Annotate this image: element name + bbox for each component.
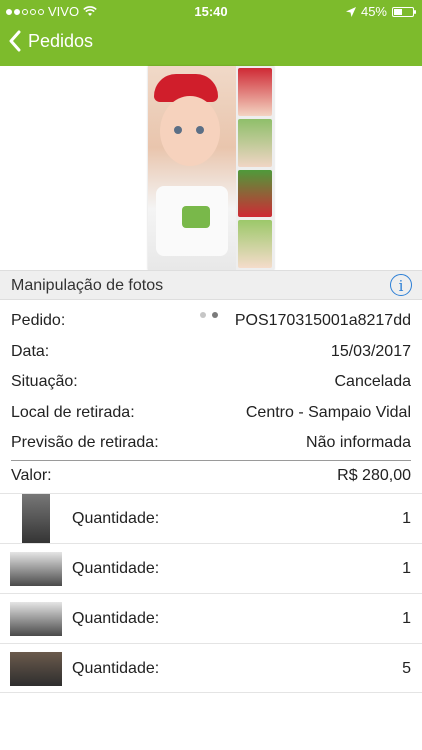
valor-row: Valor: R$ 280,00 <box>0 461 422 492</box>
quantity-label: Quantidade: <box>72 510 160 527</box>
section-title: Manipulação de fotos <box>11 277 164 294</box>
item-thumbnail <box>10 652 62 686</box>
detail-row: Previsão de retirada: Não informada <box>0 428 422 459</box>
detail-label: Previsão de retirada: <box>11 434 159 452</box>
detail-value: Cancelada <box>334 373 412 391</box>
detail-value: POS170315001a8217dd <box>234 312 411 329</box>
quantity-label: Quantidade: <box>72 560 160 577</box>
detail-label: Data: <box>11 342 50 360</box>
list-item[interactable]: Quantidade: 1 <box>0 493 422 544</box>
detail-row: Pedido: POS170315001a8217dd <box>0 306 422 337</box>
nav-bar: Pedidos <box>0 22 422 66</box>
info-icon[interactable]: i <box>390 274 412 296</box>
product-photo <box>148 66 274 270</box>
valor-value: R$ 280,00 <box>337 466 411 484</box>
detail-row: Local de retirada: Centro - Sampaio Vida… <box>0 398 422 429</box>
detail-label: Situação: <box>11 373 78 391</box>
product-gallery[interactable] <box>0 66 422 318</box>
quantity-value: 1 <box>402 510 411 527</box>
list-item[interactable]: Quantidade: 1 <box>0 543 422 593</box>
back-button[interactable]: Pedidos <box>8 30 93 52</box>
detail-value: Centro - Sampaio Vidal <box>245 403 411 421</box>
chevron-left-icon <box>9 30 21 52</box>
battery-percent: 45% <box>360 4 387 19</box>
back-label: Pedidos <box>28 30 94 51</box>
battery-icon <box>392 6 416 17</box>
detail-value: 15/03/2017 <box>330 342 411 360</box>
item-thumbnail <box>10 552 62 586</box>
battery-level <box>394 8 403 15</box>
order-details: Pedido: POS170315001a8217dd Data: 15/03/… <box>0 306 422 492</box>
list-item[interactable]: Quantidade: 1 <box>0 593 422 643</box>
item-thumbnail <box>10 602 62 636</box>
quantity-label: Quantidade: <box>72 660 160 677</box>
detail-row: Data: 15/03/2017 <box>0 337 422 368</box>
quantity-value: 1 <box>402 560 411 577</box>
detail-label: Local de retirada: <box>11 403 135 421</box>
status-bar: VIVO 15:40 45% <box>0 0 422 22</box>
item-list: Quantidade: 1 Quantidade: 1 Quantidade: … <box>0 493 422 693</box>
quantity-label: Quantidade: <box>72 610 160 627</box>
item-thumbnail <box>22 494 50 544</box>
detail-value: Não informada <box>306 434 411 452</box>
divider <box>11 460 411 461</box>
quantity-value: 1 <box>402 610 411 627</box>
photo-strip <box>238 68 272 268</box>
valor-label: Valor: <box>11 466 52 484</box>
section-header: Manipulação de fotos i <box>0 270 422 300</box>
quantity-value: 5 <box>402 660 411 677</box>
detail-row: Situação: Cancelada <box>0 367 422 398</box>
list-item[interactable]: Quantidade: 5 <box>0 643 422 693</box>
location-arrow-icon <box>345 6 356 17</box>
top-bar: VIVO 15:40 45% Pedidos <box>0 0 422 66</box>
detail-label: Pedido: <box>11 312 66 329</box>
